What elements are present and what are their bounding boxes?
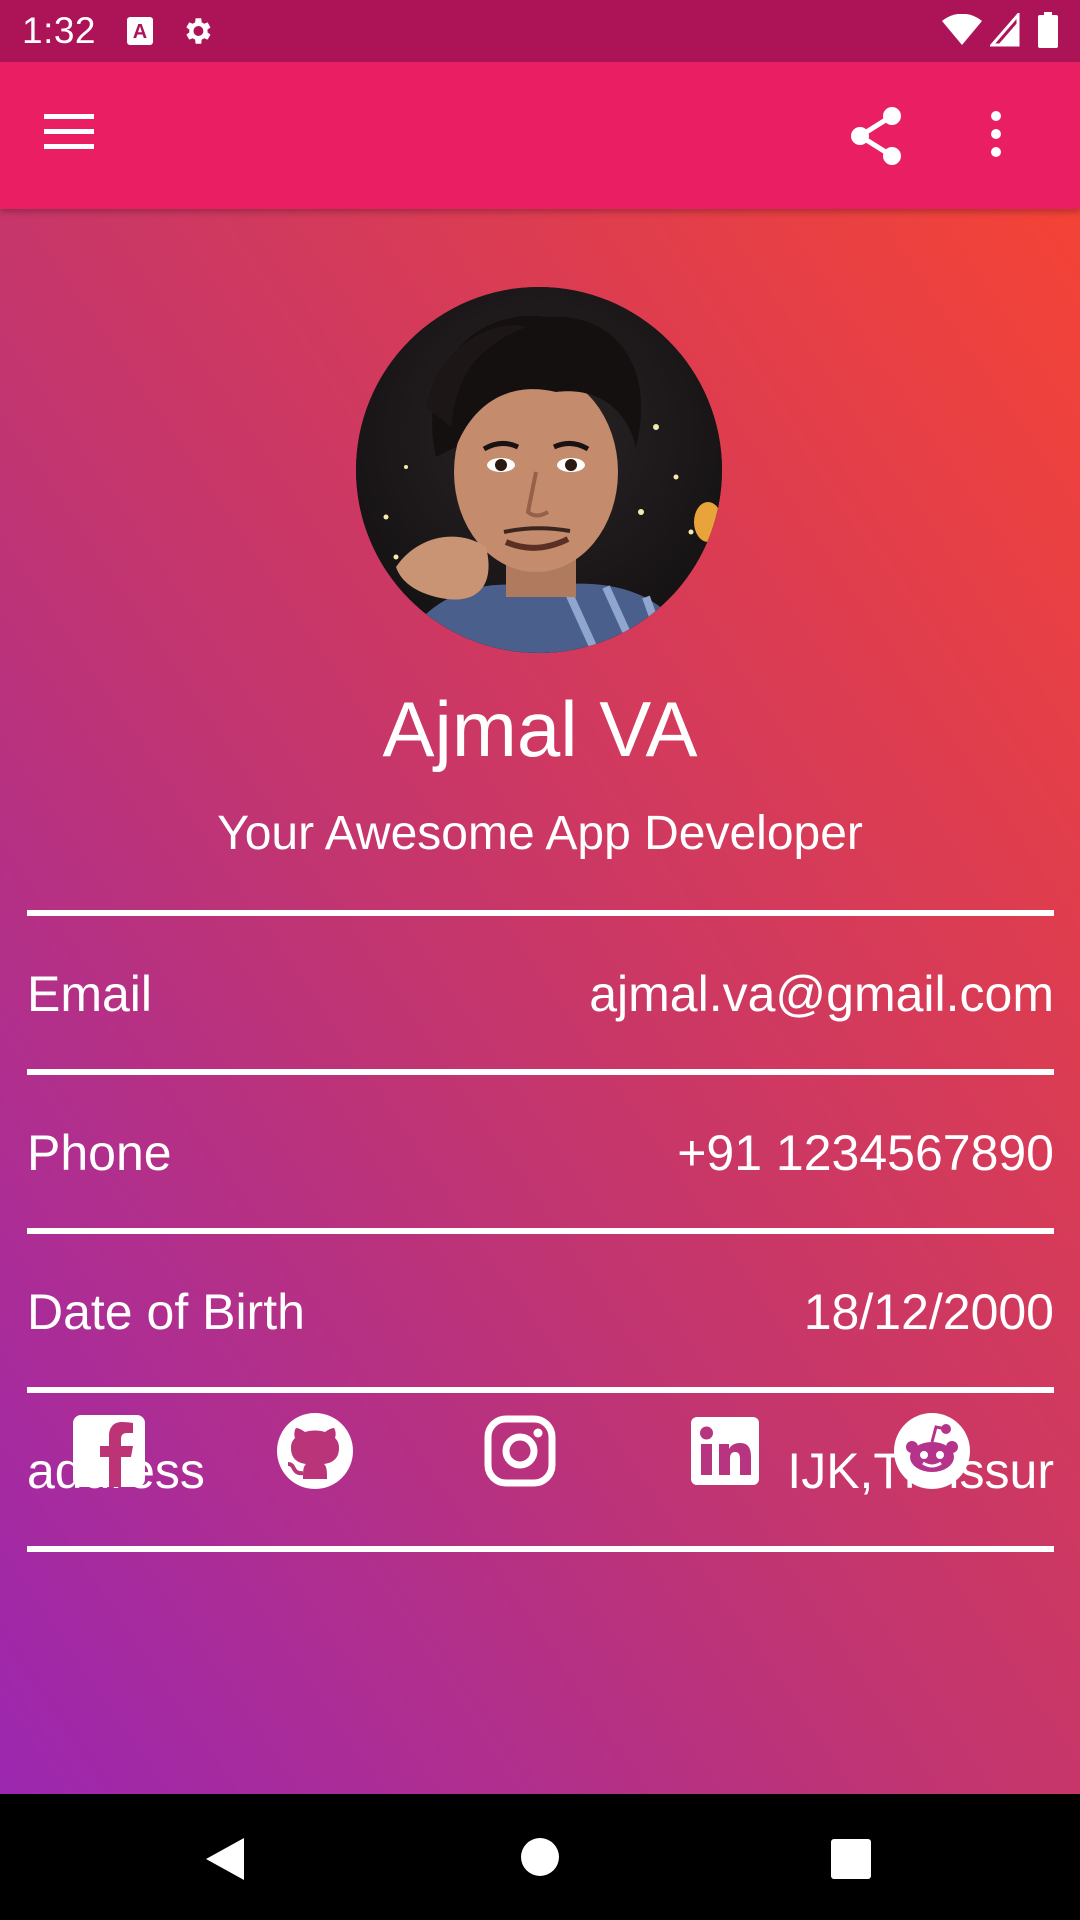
- font-a-icon: A: [126, 16, 154, 51]
- github-icon[interactable]: [275, 1411, 355, 1491]
- dob-row: Date of Birth 18/12/2000: [27, 1272, 1054, 1352]
- divider: [27, 1387, 1054, 1393]
- settings-gear-icon: [180, 14, 214, 53]
- email-row: Email ajmal.va@gmail.com: [27, 954, 1054, 1034]
- dob-label: Date of Birth: [27, 1284, 305, 1340]
- recents-icon[interactable]: [830, 1838, 872, 1885]
- phone-label: Phone: [27, 1125, 172, 1181]
- divider: [27, 1228, 1054, 1234]
- menu-icon[interactable]: [44, 112, 96, 155]
- profile-name: Ajmal VA: [382, 685, 698, 773]
- dob-value: 18/12/2000: [803, 1284, 1054, 1340]
- profile-tagline: Your Awesome App Developer: [217, 807, 863, 860]
- status-time: 1:32: [22, 10, 97, 51]
- status-bar: 1:32 A: [0, 0, 1080, 62]
- wifi-icon: [942, 13, 982, 51]
- phone-row: Phone +91 1234567890: [27, 1113, 1054, 1193]
- facebook-icon[interactable]: [69, 1411, 149, 1491]
- svg-text:A: A: [133, 21, 147, 43]
- avatar: [356, 287, 722, 653]
- navigation-bar: [0, 1794, 1080, 1920]
- more-vert-icon[interactable]: [988, 110, 1004, 163]
- app-toolbar: [0, 62, 1080, 209]
- linkedin-icon[interactable]: [685, 1411, 765, 1491]
- instagram-icon[interactable]: [480, 1411, 560, 1491]
- divider: [27, 1546, 1054, 1552]
- battery-icon: [1038, 12, 1058, 53]
- email-value[interactable]: ajmal.va@gmail.com: [589, 954, 1054, 1034]
- signal-icon: [988, 10, 1020, 52]
- share-icon[interactable]: [848, 106, 904, 171]
- divider: [27, 910, 1054, 916]
- divider: [27, 1069, 1054, 1075]
- home-icon[interactable]: [520, 1837, 560, 1882]
- phone-value[interactable]: +91 1234567890: [677, 1113, 1054, 1193]
- reddit-icon[interactable]: [892, 1411, 972, 1491]
- profile-content: Ajmal VA Your Awesome App Developer Emai…: [0, 209, 1080, 1794]
- back-icon[interactable]: [204, 1836, 246, 1887]
- email-label: Email: [27, 966, 153, 1022]
